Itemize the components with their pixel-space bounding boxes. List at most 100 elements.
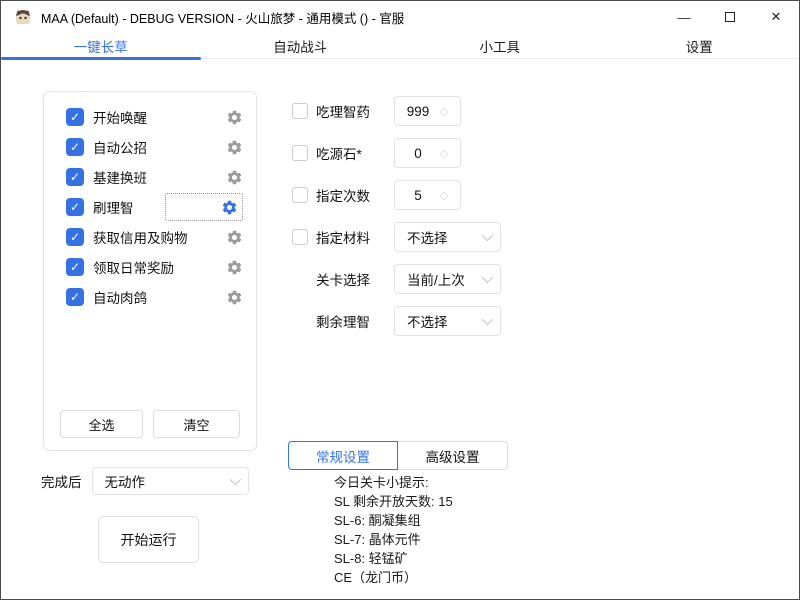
title-bar: MAA (Default) - DEBUG VERSION - 火山旅梦 - 通…	[1, 1, 799, 33]
close-button[interactable]: ✕	[753, 1, 799, 33]
check-icon: ✓	[70, 231, 80, 243]
gear-icon[interactable]	[225, 108, 243, 126]
task-row-award: ✓ 领取日常奖励	[44, 252, 256, 282]
select-all-button[interactable]: 全选	[60, 410, 143, 438]
material-value: 不选择	[407, 227, 482, 247]
tip-line: SL-8: 轻锰矿	[334, 549, 453, 568]
main-nav-tabs: 一键长草 自动战斗 小工具 设置	[1, 33, 799, 59]
stone-stepper[interactable]: ◇	[394, 138, 461, 168]
check-icon: ✓	[70, 261, 80, 273]
spinner-icon[interactable]: ◇	[435, 189, 453, 202]
checkbox-unchecked[interactable]	[292, 103, 308, 119]
maximize-button[interactable]	[707, 1, 753, 33]
checkbox-unchecked[interactable]	[292, 145, 308, 161]
task-label: 基建换班	[93, 167, 147, 187]
tip-line: CE（龙门币）	[334, 568, 453, 587]
gear-icon-active	[221, 199, 238, 216]
fight-label: 指定材料	[316, 227, 394, 247]
remain-sanity-value: 不选择	[407, 311, 482, 331]
spinner-icon[interactable]: ◇	[435, 147, 453, 160]
start-run-button[interactable]: 开始运行	[98, 516, 199, 563]
after-action-value: 无动作	[105, 471, 230, 491]
tab-advanced-settings[interactable]: 高级设置	[398, 441, 508, 470]
fight-row-stage: 关卡选择 当前/上次	[292, 264, 501, 294]
checkbox-spacer	[292, 271, 308, 287]
checkbox-checked[interactable]: ✓	[66, 198, 84, 216]
checkbox-checked[interactable]: ✓	[66, 168, 84, 186]
check-icon: ✓	[70, 111, 80, 123]
fight-label: 吃理智药	[316, 101, 394, 121]
minimize-button[interactable]: —	[661, 1, 707, 33]
checkbox-checked[interactable]: ✓	[66, 108, 84, 126]
panel-buttons: 全选 清空	[44, 410, 256, 438]
gear-focus-outline[interactable]	[165, 193, 243, 221]
chevron-down-icon	[482, 272, 493, 283]
tab-copilot[interactable]: 自动战斗	[201, 33, 401, 58]
clear-button[interactable]: 清空	[153, 410, 240, 438]
stone-input[interactable]	[395, 146, 435, 161]
task-row-roguelike: ✓ 自动肉鸽	[44, 282, 256, 312]
tip-line: SL-7: 晶体元件	[334, 530, 453, 549]
gear-icon[interactable]	[225, 228, 243, 246]
fight-row-remain-sanity: 剩余理智 不选择	[292, 306, 501, 336]
task-row-fight: ✓ 刷理智	[44, 192, 256, 222]
tip-line: SL 剩余开放天数: 15	[334, 492, 453, 511]
fight-label: 吃源石*	[316, 143, 394, 163]
window-controls: — ✕	[661, 1, 799, 33]
task-label: 获取信用及购物	[93, 227, 188, 247]
tab-general-settings[interactable]: 常规设置	[288, 441, 398, 470]
settings-tabs: 常规设置 高级设置	[288, 441, 508, 470]
gear-icon[interactable]	[225, 258, 243, 276]
fight-label: 剩余理智	[316, 311, 394, 331]
app-logo-icon	[13, 7, 33, 27]
medicine-stepper[interactable]: ◇	[394, 96, 461, 126]
app-window: MAA (Default) - DEBUG VERSION - 火山旅梦 - 通…	[0, 0, 800, 600]
checkbox-spacer	[292, 313, 308, 329]
fight-row-material: 指定材料 不选择	[292, 222, 501, 252]
times-stepper[interactable]: ◇	[394, 180, 461, 210]
check-icon: ✓	[70, 141, 80, 153]
gear-icon[interactable]	[225, 168, 243, 186]
fight-row-medicine: 吃理智药 ◇	[292, 96, 461, 126]
checkbox-checked[interactable]: ✓	[66, 138, 84, 156]
check-icon: ✓	[70, 201, 80, 213]
after-action-select[interactable]: 无动作	[92, 467, 249, 495]
stage-value: 当前/上次	[407, 269, 482, 289]
task-row-mall: ✓ 获取信用及购物	[44, 222, 256, 252]
maximize-icon	[725, 12, 735, 22]
task-label: 开始唤醒	[93, 107, 147, 127]
times-input[interactable]	[395, 188, 435, 203]
medicine-input[interactable]	[395, 104, 435, 119]
remain-sanity-select[interactable]: 不选择	[394, 306, 501, 336]
task-label: 自动肉鸽	[93, 287, 147, 307]
fight-label: 指定次数	[316, 185, 394, 205]
task-row-infrast: ✓ 基建换班	[44, 162, 256, 192]
task-row-recruit: ✓ 自动公招	[44, 132, 256, 162]
check-icon: ✓	[70, 171, 80, 183]
tab-tools[interactable]: 小工具	[400, 33, 600, 58]
gear-icon[interactable]	[225, 138, 243, 156]
material-select[interactable]: 不选择	[394, 222, 501, 252]
spinner-icon[interactable]: ◇	[435, 105, 453, 118]
tab-settings[interactable]: 设置	[600, 33, 800, 58]
stage-select[interactable]: 当前/上次	[394, 264, 501, 294]
fight-row-times: 指定次数 ◇	[292, 180, 461, 210]
task-list-panel: ✓ 开始唤醒 ✓ 自动公招 ✓ 基建换班 ✓ 刷理智 ✓ 获取信	[43, 91, 257, 451]
chevron-down-icon	[482, 230, 493, 241]
checkbox-checked[interactable]: ✓	[66, 288, 84, 306]
fight-label: 关卡选择	[316, 269, 394, 289]
tab-farming[interactable]: 一键长草	[1, 33, 201, 58]
after-action-label: 完成后	[41, 471, 82, 491]
task-label: 刷理智	[93, 197, 134, 217]
fight-row-stone: 吃源石* ◇	[292, 138, 461, 168]
checkbox-checked[interactable]: ✓	[66, 258, 84, 276]
checkbox-unchecked[interactable]	[292, 229, 308, 245]
after-action-row: 完成后 无动作	[41, 467, 249, 495]
gear-icon[interactable]	[225, 288, 243, 306]
task-label: 领取日常奖励	[93, 257, 174, 277]
checkbox-unchecked[interactable]	[292, 187, 308, 203]
checkbox-checked[interactable]: ✓	[66, 228, 84, 246]
tip-line: 今日关卡小提示:	[334, 473, 453, 492]
tip-line: SL-6: 酮凝集组	[334, 511, 453, 530]
chevron-down-icon	[482, 314, 493, 325]
